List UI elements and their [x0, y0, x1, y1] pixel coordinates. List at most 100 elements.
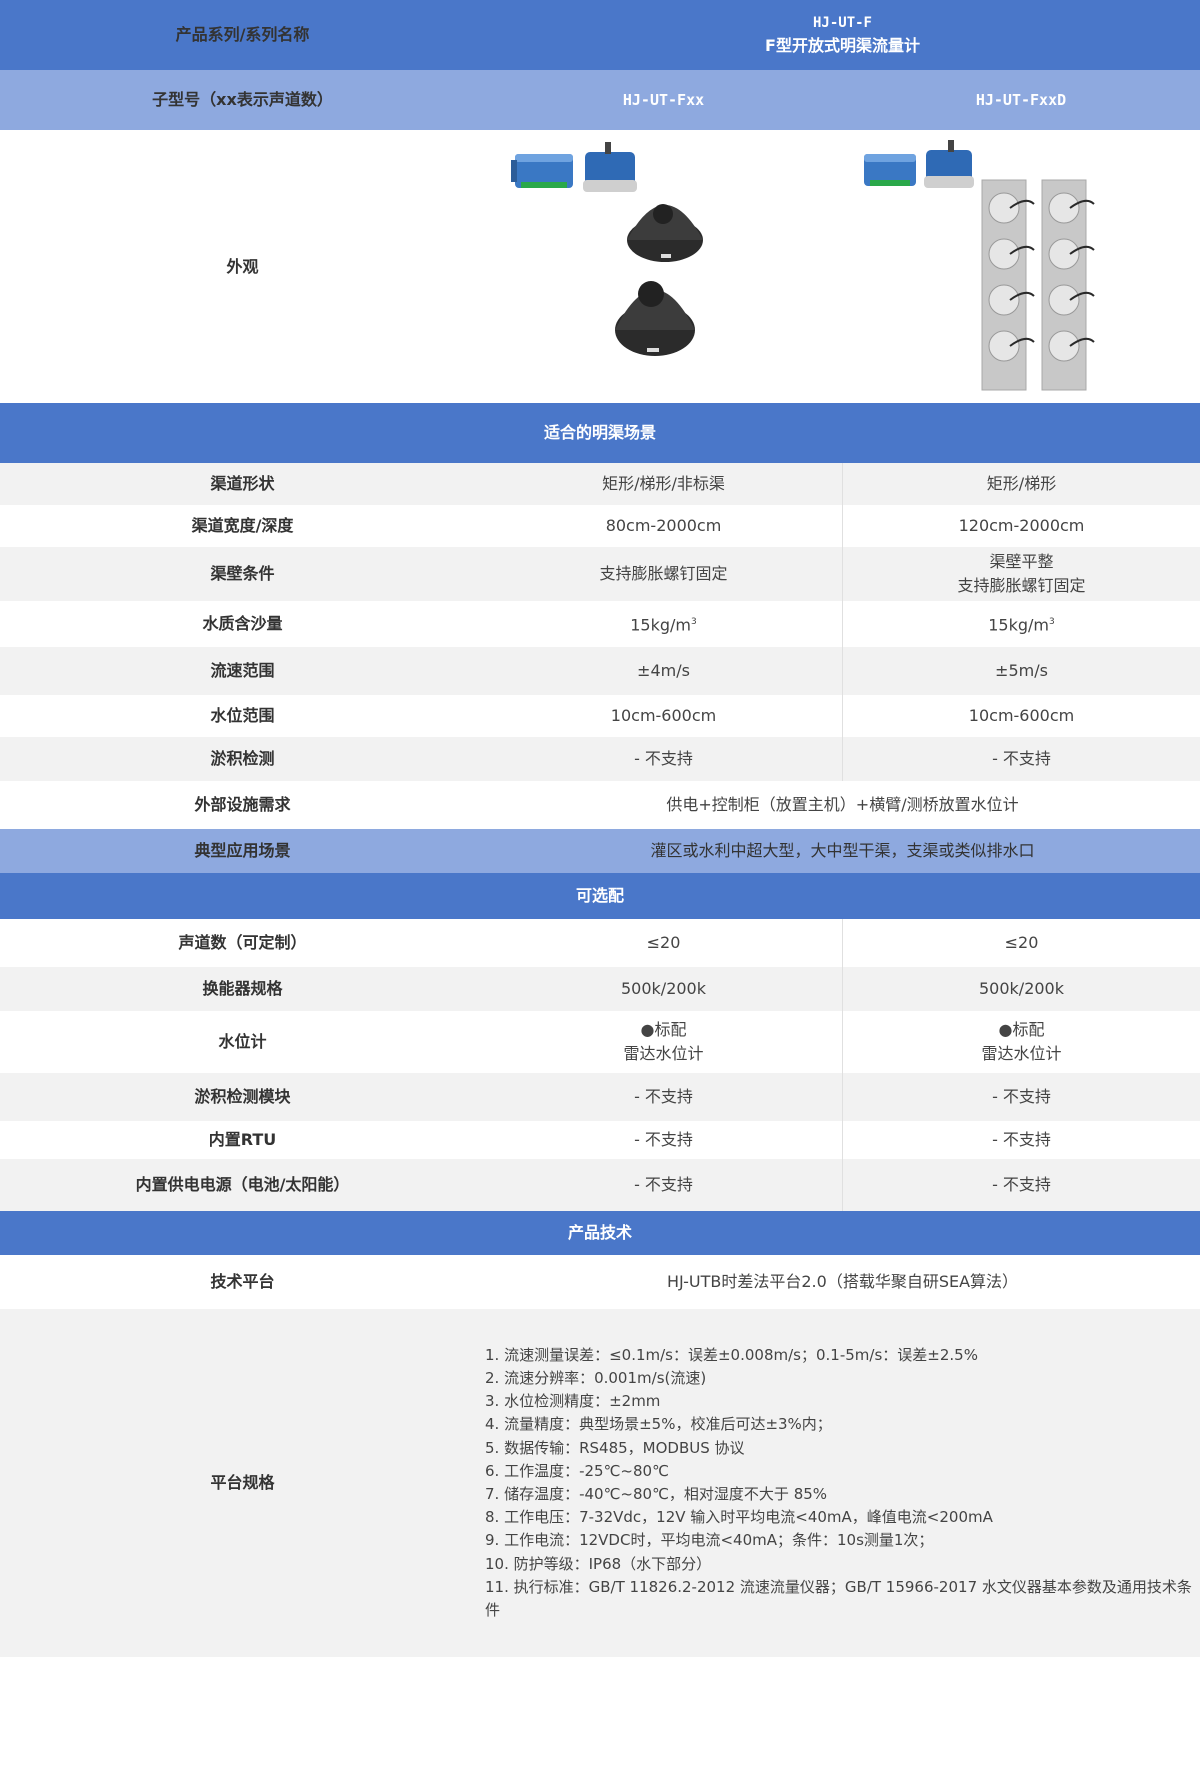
transducer-bracket-icon [1041, 179, 1095, 391]
host-box-icon [511, 154, 573, 188]
table-row: 声道数（可定制） ≤20 ≤20 [0, 919, 1200, 967]
table-row: 水质含沙量 15kg/m3 15kg/m3 [0, 601, 1200, 647]
controller-box-icon [924, 140, 974, 188]
table-row: 淤积检测模块 - 不支持 - 不支持 [0, 1073, 1200, 1121]
section-title: 产品技术 [0, 1211, 1200, 1255]
table-row: 渠道宽度/深度 80cm-2000cm 120cm-2000cm [0, 505, 1200, 547]
row-value: 渠壁平整 支持膨胀螺钉固定 [842, 547, 1200, 601]
row-label: 外部设施需求 [0, 781, 485, 829]
subtype-row-label: 子型号（xx表示声道数） [0, 70, 485, 130]
section-scenarios: 适合的明渠场景 [0, 403, 1200, 463]
value-text: 15kg/m [630, 615, 692, 635]
transducer-bracket-icon [981, 179, 1035, 391]
row-label: 内置供电电源（电池/太阳能） [0, 1159, 485, 1211]
table-row: 水位计 ●标配 雷达水位计 ●标配 雷达水位计 [0, 1011, 1200, 1073]
row-label: 淤积检测模块 [0, 1073, 485, 1121]
section-title: 可选配 [0, 873, 1200, 919]
list-item: 4. 流量精度：典型场景±5%，校准后可达±3%内； [485, 1415, 832, 1434]
row-value: ±4m/s [485, 647, 842, 695]
appearance-row: 外观 [0, 130, 1200, 403]
series-code: HJ-UT-F [812, 15, 872, 31]
row-label: 水质含沙量 [0, 601, 485, 647]
list-item: 9. 工作电流：12VDC时，平均电流<40mA；条件：10s测量1次； [485, 1531, 934, 1550]
row-value: 15kg/m3 [842, 601, 1200, 647]
dome-sensor-icon [615, 281, 695, 356]
row-value: - 不支持 [842, 1073, 1200, 1121]
row-label: 流速范围 [0, 647, 485, 695]
appearance-row-label: 外观 [0, 130, 485, 403]
list-item: 3. 水位检测精度：±2mm [485, 1392, 661, 1411]
product-image-fxxd [864, 140, 1095, 391]
row-value: - 不支持 [485, 1159, 842, 1211]
list-item: 10. 防护等级：IP68（水下部分） [485, 1554, 712, 1573]
superscript: 3 [1049, 617, 1055, 628]
row-value: 80cm-2000cm [485, 505, 842, 547]
row-value: - 不支持 [842, 737, 1200, 781]
appearance-image-2 [842, 130, 1200, 403]
row-label: 水位计 [0, 1011, 485, 1073]
platform-spec-cell: 1. 流速测量误差：≤0.1m/s：误差±0.008m/s；0.1-5m/s：误… [485, 1309, 1200, 1657]
table-row: 内置供电电源（电池/太阳能） - 不支持 - 不支持 [0, 1159, 1200, 1211]
row-value: - 不支持 [485, 1121, 842, 1159]
table-row: 内置RTU - 不支持 - 不支持 [0, 1121, 1200, 1159]
value-line: 支持膨胀螺钉固定 [957, 576, 1086, 595]
row-value: 120cm-2000cm [842, 505, 1200, 547]
row-value: - 不支持 [485, 1073, 842, 1121]
row-label: 典型应用场景 [0, 829, 485, 873]
row-value: 矩形/梯形 [842, 463, 1200, 505]
row-label: 技术平台 [0, 1255, 485, 1309]
header-row: 产品系列/系列名称 HJ-UT-F F型开放式明渠流量计 [0, 0, 1200, 70]
product-image-fxx [511, 142, 703, 356]
value-line: ●标配 [640, 1020, 687, 1039]
row-value: HJ-UTB时差法平台2.0（搭载华聚自研SEA算法） [485, 1255, 1200, 1309]
row-value: ●标配 雷达水位计 [485, 1011, 842, 1073]
table-row: 流速范围 ±4m/s ±5m/s [0, 647, 1200, 695]
row-value: ●标配 雷达水位计 [842, 1011, 1200, 1073]
row-value: 15kg/m3 [485, 601, 842, 647]
value-line: 渠壁平整 [989, 552, 1054, 571]
table-row: 换能器规格 500k/200k 500k/200k [0, 967, 1200, 1011]
model-name-2: HJ-UT-FxxD [842, 70, 1200, 130]
row-value: 500k/200k [485, 967, 842, 1011]
list-item: 8. 工作电压：7-32Vdc，12V 输入时平均电流<40mA，峰值电流<20… [485, 1508, 993, 1527]
row-value: 供电+控制柜（放置主机）+横臂/测桥放置水位计 [485, 781, 1200, 829]
spec-table: 产品系列/系列名称 HJ-UT-F F型开放式明渠流量计 子型号（xx表示声道数… [0, 0, 1200, 1657]
subtype-row: 子型号（xx表示声道数） HJ-UT-Fxx HJ-UT-FxxD [0, 70, 1200, 130]
value-line: 雷达水位计 [623, 1044, 704, 1063]
table-row: 淤积检测 - 不支持 - 不支持 [0, 737, 1200, 781]
table-row: 渠道形状 矩形/梯形/非标渠 矩形/梯形 [0, 463, 1200, 505]
row-label: 水位范围 [0, 695, 485, 737]
table-row: 外部设施需求 供电+控制柜（放置主机）+横臂/测桥放置水位计 [0, 781, 1200, 829]
appearance-image-1 [485, 130, 842, 403]
superscript: 3 [691, 617, 697, 628]
list-item: 5. 数据传输：RS485，MODBUS 协议 [485, 1438, 745, 1457]
row-value: - 不支持 [842, 1159, 1200, 1211]
row-label: 淤积检测 [0, 737, 485, 781]
row-label: 渠道宽度/深度 [0, 505, 485, 547]
value-line: 雷达水位计 [981, 1044, 1062, 1063]
platform-spec-row: 平台规格 1. 流速测量误差：≤0.1m/s：误差±0.008m/s；0.1-5… [0, 1309, 1200, 1657]
table-row: 渠壁条件 支持膨胀螺钉固定 渠壁平整 支持膨胀螺钉固定 [0, 547, 1200, 601]
section-title: 适合的明渠场景 [0, 403, 1200, 463]
series-title-cell: HJ-UT-F F型开放式明渠流量计 [485, 0, 1200, 70]
row-value: - 不支持 [485, 737, 842, 781]
section-options: 可选配 [0, 873, 1200, 919]
row-label: 渠道形状 [0, 463, 485, 505]
row-label: 换能器规格 [0, 967, 485, 1011]
row-value: ±5m/s [842, 647, 1200, 695]
row-value: 10cm-600cm [485, 695, 842, 737]
row-label: 声道数（可定制） [0, 919, 485, 967]
row-label: 平台规格 [0, 1309, 485, 1657]
row-value: 矩形/梯形/非标渠 [485, 463, 842, 505]
typical-scenario-row: 典型应用场景 灌区或水利中超大型，大中型干渠，支渠或类似排水口 [0, 829, 1200, 873]
list-item: 7. 储存温度：-40℃~80℃，相对湿度不大于 85% [485, 1485, 828, 1503]
list-item: 11. 执行标准：GB/T 11826.2-2012 流速流量仪器；GB/T 1… [485, 1577, 1192, 1620]
row-value: ≤20 [485, 919, 842, 967]
list-item: 1. 流速测量误差：≤0.1m/s：误差±0.008m/s；0.1-5m/s：误… [485, 1345, 978, 1364]
row-value: ≤20 [842, 919, 1200, 967]
host-box-icon [864, 154, 916, 186]
row-value: - 不支持 [842, 1121, 1200, 1159]
controller-box-icon [583, 142, 637, 192]
row-value: 支持膨胀螺钉固定 [485, 547, 842, 601]
row-label: 内置RTU [0, 1121, 485, 1159]
